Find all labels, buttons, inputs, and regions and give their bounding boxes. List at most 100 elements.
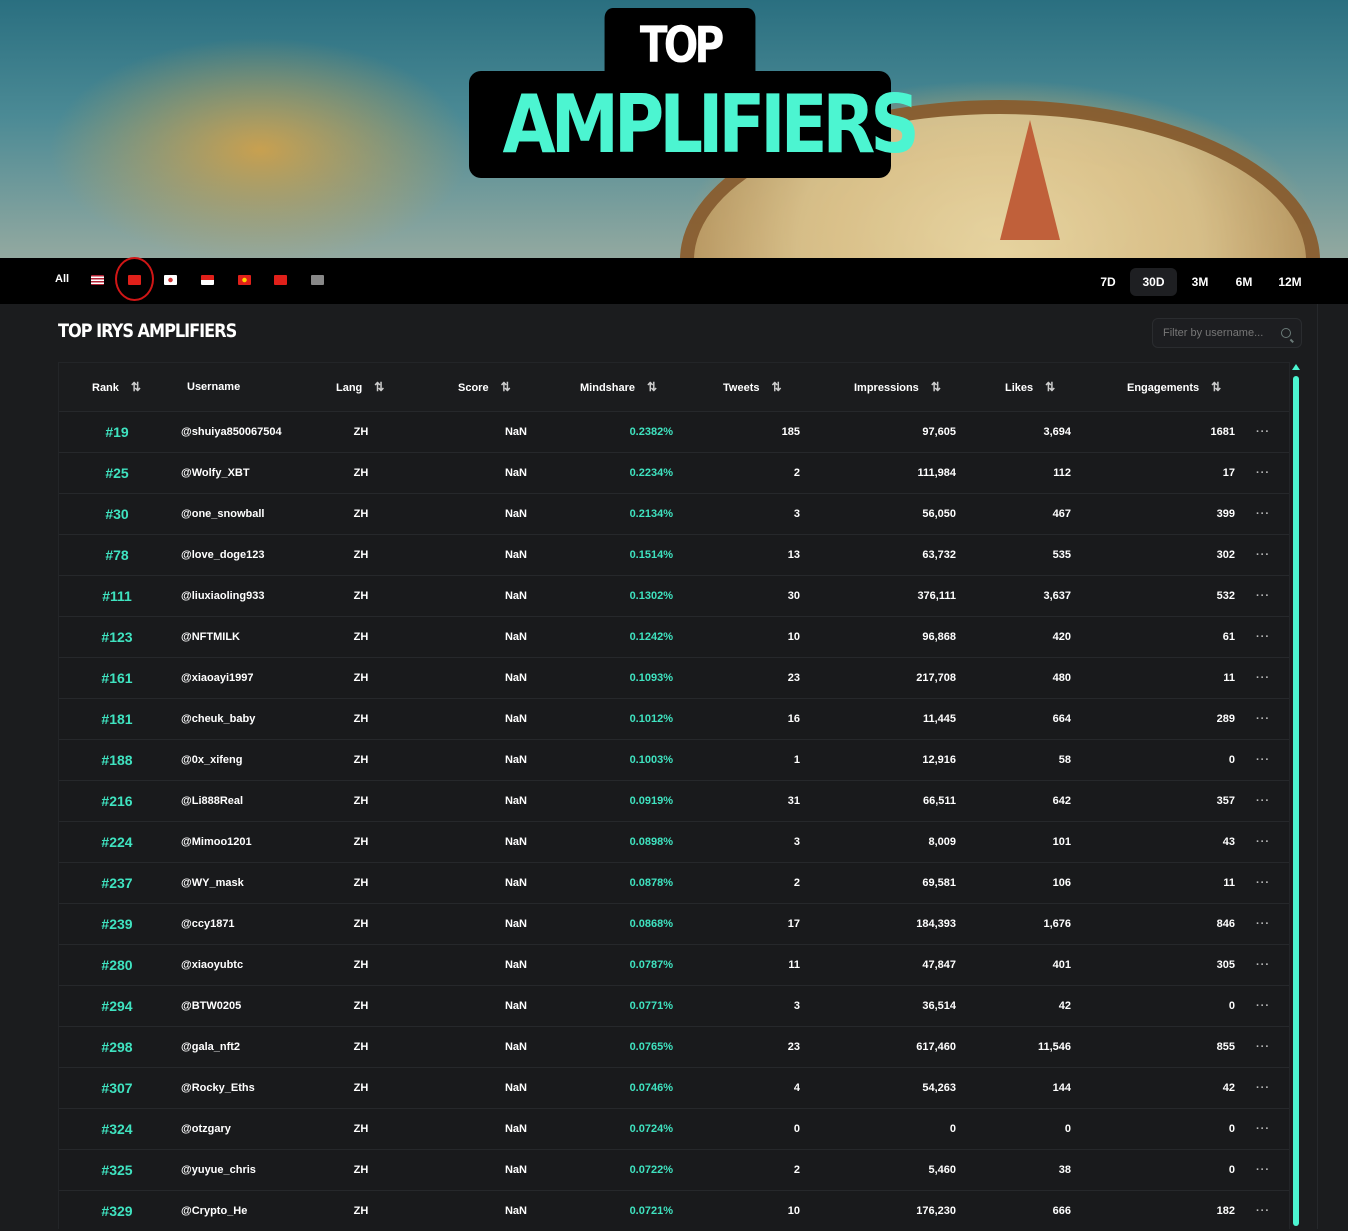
cell-mind: 0.1242% (629, 631, 673, 643)
cell-user[interactable]: @Crypto_He (181, 1191, 247, 1231)
table-row[interactable]: #111 @liuxiaoling933 ZH NaN 0.1302% 30 376,111… (59, 575, 1289, 616)
cell-user[interactable]: @liuxiaoling933 (181, 576, 264, 616)
flag-vn-icon[interactable] (238, 275, 251, 285)
more-options-icon[interactable]: ··· (1256, 1150, 1270, 1190)
more-options-icon[interactable]: ··· (1256, 1068, 1270, 1108)
flag-kr-icon[interactable] (164, 275, 177, 285)
table-row[interactable]: #78 @love_doge123 ZH NaN 0.1514% 13 63,732 535 3… (59, 534, 1289, 575)
cell-user[interactable]: @Wolfy_XBT (181, 453, 250, 493)
more-options-icon[interactable]: ··· (1256, 535, 1270, 575)
flag-unknown-icon[interactable] (311, 275, 324, 285)
more-options-icon[interactable]: ··· (1256, 1027, 1270, 1067)
cell-user[interactable]: @Li888Real (181, 781, 243, 821)
lang-filter-all[interactable]: All (55, 273, 69, 285)
table-row[interactable]: #123 @NFTMILK ZH NaN 0.1242% 10 96,868 420 61 ··· (59, 616, 1289, 657)
scrollbar-thumb[interactable] (1293, 376, 1299, 1226)
table-row[interactable]: #188 @0x_xifeng ZH NaN 0.1003% 1 12,916 58 0 ··· (59, 739, 1289, 780)
cell-user[interactable]: @yuyue_chris (181, 1150, 256, 1190)
table-row[interactable]: #307 @Rocky_Eths ZH NaN 0.0746% 4 54,263 144 42 ·… (59, 1067, 1289, 1108)
more-options-icon[interactable]: ··· (1256, 986, 1270, 1026)
username-filter-input[interactable] (1153, 319, 1273, 347)
cell-user[interactable]: @one_snowball (181, 494, 264, 534)
table-row[interactable]: #224 @Mimoo1201 ZH NaN 0.0898% 3 8,009 101 43 ··· (59, 821, 1289, 862)
more-options-icon[interactable]: ··· (1256, 904, 1270, 944)
sort-icon[interactable]: ⇅ (131, 380, 141, 394)
column-header-likes[interactable]: Likes ⇅ (1005, 363, 1055, 412)
column-header-mindshare[interactable]: Mindshare ⇅ (580, 363, 657, 412)
table-row[interactable]: #181 @cheuk_baby ZH NaN 0.1012% 16 11,445 664 28… (59, 698, 1289, 739)
table-row[interactable]: #216 @Li888Real ZH NaN 0.0919% 31 66,511 642 357… (59, 780, 1289, 821)
table-row[interactable]: #325 @yuyue_chris ZH NaN 0.0722% 2 5,460 38 0 ··· (59, 1149, 1289, 1190)
sort-icon[interactable]: ⇅ (1045, 380, 1055, 394)
period-30d[interactable]: 30D (1130, 268, 1177, 296)
column-header-rank[interactable]: Rank ⇅ (92, 363, 141, 412)
period-3m[interactable]: 3M (1182, 268, 1218, 296)
flag-id-icon[interactable] (201, 275, 214, 285)
flag-cn-icon[interactable] (128, 275, 141, 285)
cell-user[interactable]: @Mimoo1201 (181, 822, 252, 862)
cell-user[interactable]: @xiaoayi1997 (181, 658, 254, 698)
table-row[interactable]: #25 @Wolfy_XBT ZH NaN 0.2234% 2 111,984 112 17 ··… (59, 452, 1289, 493)
table-row[interactable]: #161 @xiaoayi1997 ZH NaN 0.1093% 23 217,708 480… (59, 657, 1289, 698)
column-header-impressions[interactable]: Impressions ⇅ (854, 363, 941, 412)
column-header-engagements[interactable]: Engagements ⇅ (1127, 363, 1221, 412)
cell-user[interactable]: @NFTMILK (181, 617, 240, 657)
cell-user[interactable]: @otzgary (181, 1109, 231, 1149)
scroll-up-arrow[interactable] (1292, 364, 1300, 370)
filter-nav: All 7D 30D 3M 6M 12M (0, 257, 1348, 304)
table-row[interactable]: #324 @otzgary ZH NaN 0.0724% 0 0 0 0 ··· (59, 1108, 1289, 1149)
more-options-icon[interactable]: ··· (1256, 699, 1270, 739)
more-options-icon[interactable]: ··· (1256, 863, 1270, 903)
more-options-icon[interactable]: ··· (1256, 781, 1270, 821)
sort-icon[interactable]: ⇅ (501, 380, 511, 394)
cell-user[interactable]: @ccy1871 (181, 904, 235, 944)
cell-user[interactable]: @cheuk_baby (181, 699, 255, 739)
more-options-icon[interactable]: ··· (1256, 494, 1270, 534)
more-options-icon[interactable]: ··· (1256, 822, 1270, 862)
cell-user[interactable]: @Rocky_Eths (181, 1068, 255, 1108)
cell-tweets: 2 (793, 1164, 800, 1176)
table-row[interactable]: #237 @WY_mask ZH NaN 0.0878% 2 69,581 106 11 ··· (59, 862, 1289, 903)
column-header-username[interactable]: Username (187, 363, 240, 411)
cell-imp: 97,605 (922, 426, 956, 438)
cell-user[interactable]: @BTW0205 (181, 986, 241, 1026)
table-row[interactable]: #239 @ccy1871 ZH NaN 0.0868% 17 184,393 1,676 84… (59, 903, 1289, 944)
cell-user[interactable]: @love_doge123 (181, 535, 264, 575)
period-12m[interactable]: 12M (1272, 268, 1308, 296)
sort-icon[interactable]: ⇅ (1211, 380, 1221, 394)
period-7d[interactable]: 7D (1095, 268, 1121, 296)
column-header-tweets[interactable]: Tweets ⇅ (723, 363, 782, 412)
table-row[interactable]: #329 @Crypto_He ZH NaN 0.0721% 10 176,230 666 18… (59, 1190, 1289, 1231)
period-6m[interactable]: 6M (1228, 268, 1260, 296)
more-options-icon[interactable]: ··· (1256, 740, 1270, 780)
more-options-icon[interactable]: ··· (1256, 412, 1270, 452)
table-row[interactable]: #294 @BTW0205 ZH NaN 0.0771% 3 36,514 42 0 ··· (59, 985, 1289, 1026)
cell-user[interactable]: @xiaoyubtc (181, 945, 243, 985)
flag-tr-icon[interactable] (274, 275, 287, 285)
more-options-icon[interactable]: ··· (1256, 658, 1270, 698)
more-options-icon[interactable]: ··· (1256, 1109, 1270, 1149)
column-header-lang[interactable]: Lang ⇅ (336, 363, 384, 412)
more-options-icon[interactable]: ··· (1256, 945, 1270, 985)
sort-icon[interactable]: ⇅ (931, 380, 941, 394)
cell-user[interactable]: @0x_xifeng (181, 740, 242, 780)
table-row[interactable]: #280 @xiaoyubtc ZH NaN 0.0787% 11 47,847 401 305… (59, 944, 1289, 985)
more-options-icon[interactable]: ··· (1256, 576, 1270, 616)
sort-icon[interactable]: ⇅ (647, 380, 657, 394)
table-row[interactable]: #30 @one_snowball ZH NaN 0.2134% 3 56,050 467 39… (59, 493, 1289, 534)
more-options-icon[interactable]: ··· (1256, 453, 1270, 493)
more-options-icon[interactable]: ··· (1256, 617, 1270, 657)
sort-icon[interactable]: ⇅ (374, 380, 384, 394)
column-header-score[interactable]: Score ⇅ (458, 363, 511, 412)
cell-rank: #237 (101, 875, 133, 891)
table-row[interactable]: #19 @shuiya850067504 ZH NaN 0.2382% 185 97,605… (59, 411, 1289, 452)
table-row[interactable]: #298 @gala_nft2 ZH NaN 0.0765% 23 617,460 11,54… (59, 1026, 1289, 1067)
sort-icon[interactable]: ⇅ (771, 380, 781, 394)
more-options-icon[interactable]: ··· (1256, 1191, 1270, 1231)
cell-user[interactable]: @gala_nft2 (181, 1027, 240, 1067)
username-filter[interactable] (1152, 318, 1302, 348)
cell-user[interactable]: @shuiya850067504 (181, 412, 282, 452)
cell-imp: 217,708 (916, 672, 956, 684)
flag-us-icon[interactable] (91, 275, 104, 285)
cell-user[interactable]: @WY_mask (181, 863, 244, 903)
